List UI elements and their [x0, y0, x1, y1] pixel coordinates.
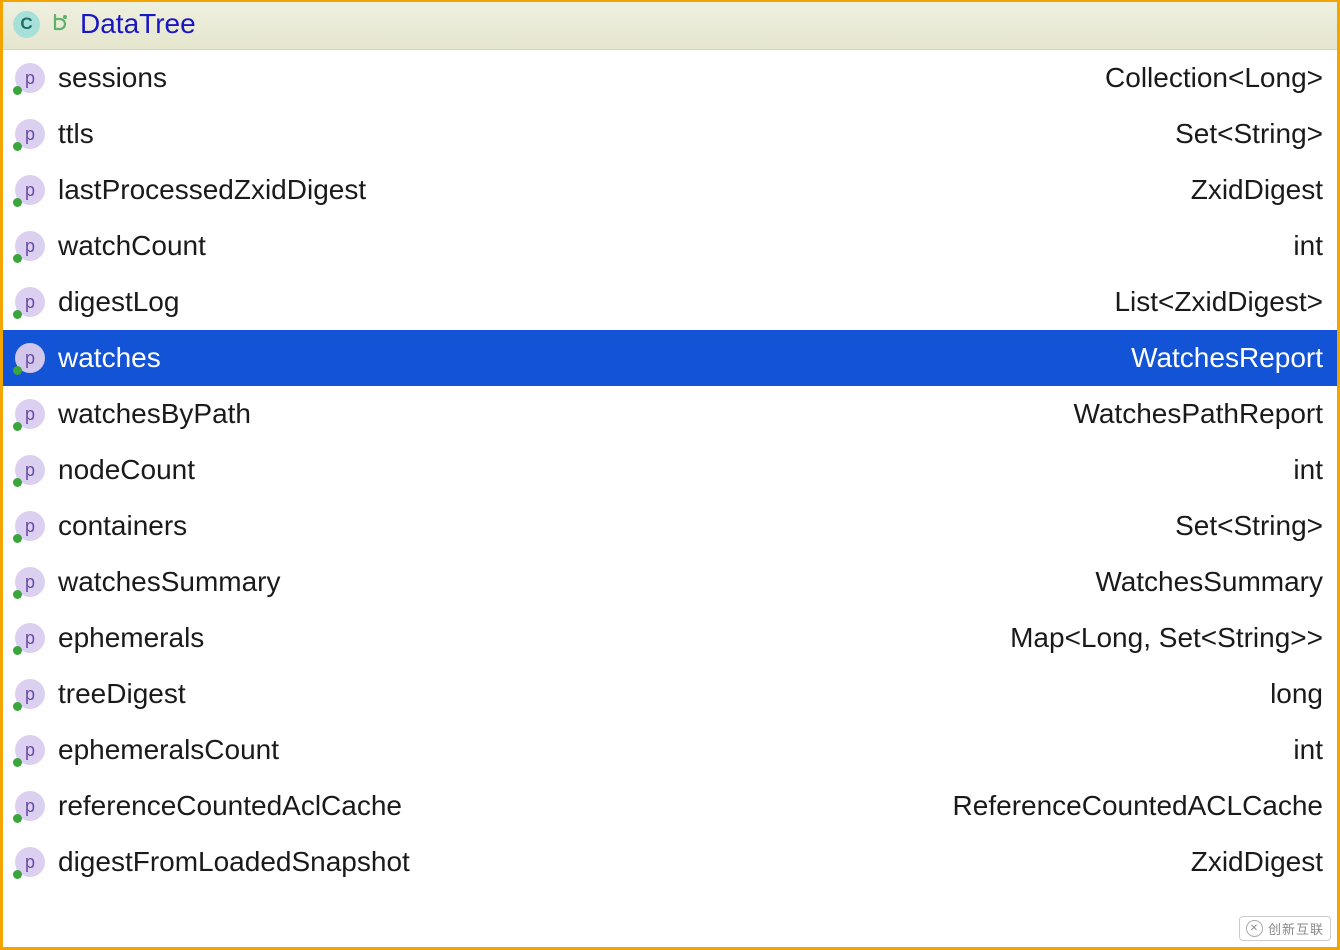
- property-icon: p: [15, 511, 45, 541]
- member-row-left: p watchesSummary: [15, 566, 281, 598]
- member-type: WatchesReport: [1131, 342, 1323, 374]
- property-icon: p: [15, 343, 45, 373]
- member-row[interactable]: p containers Set<String>: [3, 498, 1337, 554]
- member-row-left: p watches: [15, 342, 161, 374]
- member-name: watchesByPath: [58, 398, 251, 430]
- property-icon: p: [15, 231, 45, 261]
- member-row[interactable]: p ephemeralsCount int: [3, 722, 1337, 778]
- watermark: ✕ 创新互联: [1239, 916, 1331, 941]
- member-name: digestFromLoadedSnapshot: [58, 846, 410, 878]
- member-name: treeDigest: [58, 678, 186, 710]
- member-type: ReferenceCountedACLCache: [953, 790, 1323, 822]
- member-name: nodeCount: [58, 454, 195, 486]
- member-type: int: [1293, 230, 1323, 262]
- member-list[interactable]: psessionsCollection<Long>pttlsSet<String…: [3, 50, 1337, 947]
- property-icon: p: [15, 847, 45, 877]
- class-name: DataTree: [80, 8, 196, 40]
- package-local-icon: [49, 11, 71, 38]
- member-type: int: [1293, 454, 1323, 486]
- member-name: lastProcessedZxidDigest: [58, 174, 366, 206]
- member-row[interactable]: p lastProcessedZxidDigest ZxidDigest: [3, 162, 1337, 218]
- member-row-left: p digestFromLoadedSnapshot: [15, 846, 410, 878]
- member-name: ttls: [58, 118, 94, 150]
- member-type: Map<Long, Set<String>>: [1010, 622, 1323, 654]
- member-row-left: p sessions: [15, 62, 167, 94]
- member-type: List<ZxidDigest>: [1114, 286, 1323, 318]
- property-icon: p: [15, 63, 45, 93]
- watermark-text: 创新互联: [1268, 919, 1324, 938]
- member-type: Set<String>: [1175, 118, 1323, 150]
- member-row[interactable]: p sessions Collection<Long>: [3, 50, 1337, 106]
- member-row-left: p lastProcessedZxidDigest: [15, 174, 366, 206]
- member-name: watchCount: [58, 230, 206, 262]
- property-icon: p: [15, 735, 45, 765]
- member-type: Collection<Long>: [1105, 62, 1323, 94]
- property-icon: p: [15, 623, 45, 653]
- member-row[interactable]: p referenceCountedAclCache ReferenceCounte…: [3, 778, 1337, 834]
- member-row-left: p containers: [15, 510, 187, 542]
- member-type: WatchesSummary: [1095, 566, 1323, 598]
- class-icon: C: [13, 11, 40, 38]
- member-row-left: p treeDigest: [15, 678, 186, 710]
- property-icon: p: [15, 399, 45, 429]
- property-icon: p: [15, 119, 45, 149]
- member-row-left: p watchesByPath: [15, 398, 251, 430]
- property-icon: p: [15, 287, 45, 317]
- member-type: ZxidDigest: [1191, 174, 1323, 206]
- class-structure-panel: C DataTree psessionsCollection<Long>pttl…: [0, 0, 1340, 950]
- member-row[interactable]: p digestLog List<ZxidDigest>: [3, 274, 1337, 330]
- watermark-logo-icon: ✕: [1246, 920, 1263, 937]
- member-row-left: p ephemeralsCount: [15, 734, 279, 766]
- member-row[interactable]: p digestFromLoadedSnapshot ZxidDigest: [3, 834, 1337, 890]
- member-row-left: p digestLog: [15, 286, 179, 318]
- member-name: watches: [58, 342, 161, 374]
- member-type: ZxidDigest: [1191, 846, 1323, 878]
- member-row-left: pttls: [15, 118, 94, 150]
- property-icon: p: [15, 175, 45, 205]
- class-header[interactable]: C DataTree: [3, 2, 1337, 50]
- member-type: int: [1293, 734, 1323, 766]
- member-name: ephemeralsCount: [58, 734, 279, 766]
- member-row[interactable]: p watchesByPath WatchesPathReport: [3, 386, 1337, 442]
- member-name: sessions: [58, 62, 167, 94]
- member-type: WatchesPathReport: [1073, 398, 1323, 430]
- member-row-left: p referenceCountedAclCache: [15, 790, 402, 822]
- member-row[interactable]: p ephemerals Map<Long, Set<String>>: [3, 610, 1337, 666]
- property-icon: p: [15, 679, 45, 709]
- member-row-left: p watchCount: [15, 230, 206, 262]
- member-name: referenceCountedAclCache: [58, 790, 402, 822]
- member-row[interactable]: pttls Set<String>: [3, 106, 1337, 162]
- member-row-left: p nodeCount: [15, 454, 195, 486]
- member-type: Set<String>: [1175, 510, 1323, 542]
- member-type: long: [1270, 678, 1323, 710]
- property-icon: p: [15, 791, 45, 821]
- property-icon: p: [15, 455, 45, 485]
- member-row[interactable]: p watches WatchesReport: [3, 330, 1337, 386]
- property-icon: p: [15, 567, 45, 597]
- member-name: digestLog: [58, 286, 179, 318]
- member-row[interactable]: p treeDigest long: [3, 666, 1337, 722]
- member-row[interactable]: p nodeCount int: [3, 442, 1337, 498]
- member-name: watchesSummary: [58, 566, 281, 598]
- member-row[interactable]: p watchesSummary WatchesSummary: [3, 554, 1337, 610]
- member-row-left: p ephemerals: [15, 622, 204, 654]
- member-name: containers: [58, 510, 187, 542]
- member-row[interactable]: p watchCount int: [3, 218, 1337, 274]
- member-name: ephemerals: [58, 622, 204, 654]
